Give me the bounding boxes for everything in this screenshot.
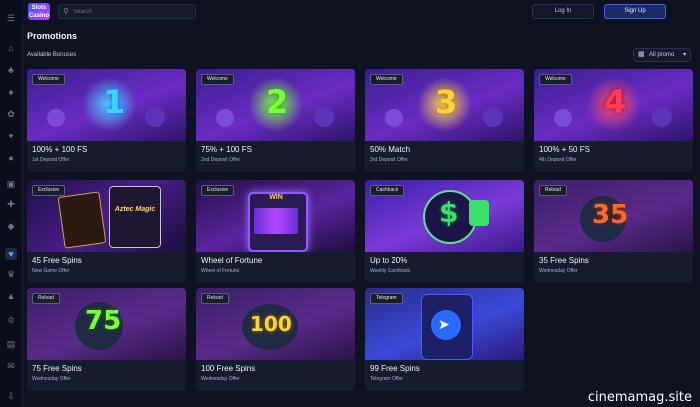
promo-card[interactable]: $ Cashback Up to 20% Weekly Cashback xyxy=(365,180,524,283)
promo-tag: Reload xyxy=(32,293,60,304)
promo-card[interactable]: 35 Reload 35 Free Spins Wednesday Offer xyxy=(534,180,693,283)
promo-card[interactable]: 4 Welcome 100% + 50 FS 4th Deposit Offer xyxy=(534,69,693,172)
chevron-down-icon: ▾ xyxy=(682,52,686,58)
promo-subtitle: Wednesday Offer xyxy=(539,268,578,274)
promo-title: 100% + 100 FS xyxy=(32,145,88,154)
promo-subtitle: New Game Offer xyxy=(32,268,70,274)
home-icon[interactable]: ⌂ xyxy=(5,42,17,54)
section-subtitle: Available Bonuses xyxy=(27,52,77,58)
bonus-icon[interactable]: ✚ xyxy=(5,198,17,210)
live-icon[interactable]: ● xyxy=(5,152,17,164)
promo-tag: Welcome xyxy=(370,74,403,85)
promo-subtitle: 4th Deposit Offer xyxy=(539,157,577,163)
promo-title: 75% + 100 FS xyxy=(201,145,252,154)
login-button[interactable]: Log In xyxy=(532,4,594,19)
promo-title: 35 Free Spins xyxy=(539,256,589,265)
promo-card[interactable]: 3 Welcome 50% Match 3rd Deposit Offer xyxy=(365,69,524,172)
download-icon[interactable]: ⇩ xyxy=(5,390,17,402)
promo-tag: Welcome xyxy=(539,74,572,85)
chat-icon[interactable]: ✉ xyxy=(5,360,17,372)
cherry-icon[interactable]: ✿ xyxy=(5,108,17,120)
promo-card[interactable]: 1 Welcome 100% + 100 FS 1st Deposit Offe… xyxy=(27,69,186,172)
promo-title: 100% + 50 FS xyxy=(539,145,590,154)
promo-title: Up to 20% xyxy=(370,256,408,265)
promo-tag: Welcome xyxy=(32,74,65,85)
search-box[interactable]: ⚲ xyxy=(58,4,196,19)
promo-title: 50% Match xyxy=(370,145,411,154)
promo-card[interactable]: 100 Reload 100 Free Spins Wednesday Offe… xyxy=(196,288,355,391)
promo-subtitle: Weekly Cashback xyxy=(370,268,410,274)
promo-title: 75 Free Spins xyxy=(32,364,82,373)
promo-tag: Exclusive xyxy=(32,185,66,196)
promo-subtitle: Wheel of Fortune xyxy=(201,268,240,274)
page-title: Promotions xyxy=(27,31,78,41)
promo-title: 45 Free Spins xyxy=(32,256,82,265)
rocket-icon[interactable]: ▲ xyxy=(5,290,17,302)
promo-subtitle: 2nd Deposit Offer xyxy=(201,157,241,163)
sidebar: ☰ ⌂ ♣ ♠ ✿ ✦ ● ▣ ✚ ◆ ♥ ♛ ▲ ♔ ▤ ✉ ⇩ xyxy=(0,0,23,407)
promo-tag: Exclusive xyxy=(201,185,235,196)
promo-filter-dropdown[interactable]: ▦ All promo ▾ xyxy=(633,48,691,62)
promo-title: Wheel of Fortune xyxy=(201,256,263,265)
filter-icon: ▦ xyxy=(638,51,645,58)
telegram-icon: ➤ xyxy=(438,316,450,332)
trophy-icon[interactable]: ♛ xyxy=(5,268,17,280)
signup-button[interactable]: Sign Up xyxy=(604,4,666,19)
gift-icon[interactable]: ◆ xyxy=(5,220,17,232)
crown-icon[interactable]: ♔ xyxy=(5,314,17,326)
promo-tag: Telegram xyxy=(370,293,403,304)
promo-tag: Cashback xyxy=(370,185,405,196)
promo-card[interactable]: 2 Welcome 75% + 100 FS 2nd Deposit Offer xyxy=(196,69,355,172)
casino-icon[interactable]: ♠ xyxy=(5,86,17,98)
table-icon[interactable]: ▣ xyxy=(5,178,17,190)
promo-subtitle: 1st Deposit Offer xyxy=(32,157,70,163)
slots-icon[interactable]: ♣ xyxy=(5,64,17,76)
promo-subtitle: Wednesday Offer xyxy=(201,376,240,382)
search-icon: ⚲ xyxy=(63,7,69,16)
casino-logo[interactable]: Slots Casino xyxy=(28,3,50,20)
promo-subtitle: Wednesday Offer xyxy=(32,376,71,382)
promo-card[interactable]: Aztec Magic Exclusive 45 Free Spins New … xyxy=(27,180,186,283)
filter-label: All promo xyxy=(649,52,675,58)
promo-card[interactable]: WIN Exclusive Wheel of Fortune Wheel of … xyxy=(196,180,355,283)
top-header: Slots Casino ⚲ Log In Sign Up xyxy=(22,0,700,24)
promo-card[interactable]: ➤ Telegram 99 Free Spins Telegram Offer xyxy=(365,288,524,391)
promo-tag: Welcome xyxy=(201,74,234,85)
promo-tag: Reload xyxy=(201,293,229,304)
watermark: cinemamag.site xyxy=(587,390,692,405)
promo-subtitle: Telegram Offer xyxy=(370,376,403,382)
promo-title: 99 Free Spins xyxy=(370,364,420,373)
wallet-icon[interactable]: ▤ xyxy=(5,338,17,350)
promo-subtitle: 3rd Deposit Offer xyxy=(370,157,408,163)
promotions-icon[interactable]: ♥ xyxy=(5,248,17,260)
menu-icon[interactable]: ☰ xyxy=(5,12,17,24)
jackpot-icon[interactable]: ✦ xyxy=(5,130,17,142)
promo-card[interactable]: 75 Reload 75 Free Spins Wednesday Offer xyxy=(27,288,186,391)
search-input[interactable] xyxy=(73,6,191,17)
promo-tag: Reload xyxy=(539,185,567,196)
promo-title: 100 Free Spins xyxy=(201,364,256,373)
